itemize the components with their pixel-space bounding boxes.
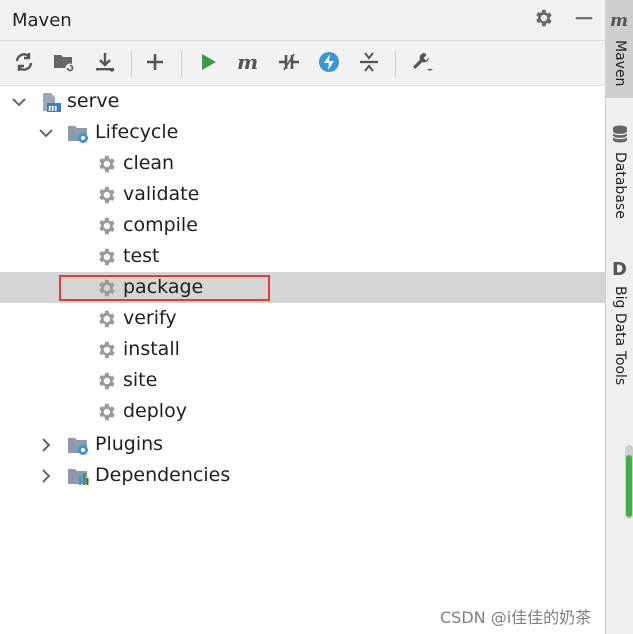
tool-window-header: Maven: [0, 0, 605, 41]
tree-node-plugins[interactable]: Plugins: [0, 429, 605, 460]
maven-tool-window: Maven m m serve Lifecycle clean validate…: [0, 0, 633, 634]
memory-indicator[interactable]: [625, 445, 633, 519]
chevron-right-icon[interactable]: [37, 467, 55, 485]
collapse-icon: [357, 50, 381, 78]
highlight-box: [59, 275, 270, 301]
svg-text:D: D: [612, 259, 627, 278]
watermark-text: CSDN @i佳佳的奶茶: [440, 608, 592, 627]
lifecycle-goal-validate[interactable]: validate: [0, 179, 605, 210]
tool-tab-label: Big Data Tools: [612, 286, 628, 386]
window-title: Maven: [12, 10, 72, 31]
tree-node-project[interactable]: m serve: [0, 86, 605, 117]
gear-icon: [95, 370, 117, 392]
maven-module-icon: m: [40, 91, 62, 114]
plus-icon: [143, 50, 167, 78]
goal-label: test: [123, 245, 160, 267]
gear-icon: [532, 7, 554, 33]
goal-label: compile: [123, 214, 198, 236]
right-tool-stripe: m Maven Database D Big Data Tools: [605, 0, 633, 634]
dependencies-folder-icon: [67, 465, 89, 487]
folder-refresh-icon: [52, 50, 76, 78]
settings-gear-button[interactable]: [531, 8, 555, 32]
download-icon: [93, 50, 117, 78]
svg-text:m: m: [48, 104, 58, 113]
gear-icon: [95, 215, 117, 237]
reload-icon: [12, 50, 36, 78]
hide-window-button[interactable]: [572, 8, 596, 32]
play-icon: [196, 50, 220, 78]
gear-icon: [95, 184, 117, 206]
plugins-folder-icon: [67, 434, 89, 456]
goal-label: install: [123, 338, 180, 360]
tree-node-label: Lifecycle: [95, 121, 179, 143]
tool-tab-label: Maven: [612, 40, 628, 87]
collapse-all-button[interactable]: [355, 50, 383, 78]
maven-icon: m: [610, 10, 630, 30]
goal-label: validate: [123, 183, 200, 205]
minimize-icon: [573, 7, 595, 33]
chevron-down-icon[interactable]: [10, 93, 28, 111]
execute-goal-button[interactable]: m: [234, 50, 262, 78]
tree-node-label: Plugins: [95, 433, 164, 455]
svg-text:m: m: [610, 11, 628, 30]
toolbar-separator: [131, 51, 132, 77]
tool-tab-big-data-tools[interactable]: D Big Data Tools: [606, 254, 633, 404]
offline-icon: [277, 50, 301, 78]
bigdata-icon: D: [610, 258, 630, 278]
tree-node-label: serve: [67, 90, 120, 112]
toolbar-separator: [181, 51, 182, 77]
maven-projects-tree: m serve Lifecycle clean validate compile: [0, 86, 605, 634]
tool-tab-maven[interactable]: m Maven: [606, 0, 633, 98]
maven-settings-button[interactable]: [408, 50, 436, 78]
gear-icon: [95, 308, 117, 330]
lifecycle-goal-compile[interactable]: compile: [0, 210, 605, 241]
toggle-offline-button[interactable]: [275, 50, 303, 78]
goal-label: site: [123, 369, 158, 391]
gear-icon: [95, 339, 117, 361]
tree-node-label: Dependencies: [95, 464, 231, 486]
lifecycle-goal-test[interactable]: test: [0, 241, 605, 272]
lifecycle-goal-verify[interactable]: verify: [0, 303, 605, 334]
database-icon: [610, 124, 630, 144]
maven-toolbar: m: [0, 41, 605, 86]
lifecycle-goal-deploy[interactable]: deploy: [0, 396, 605, 427]
skip-tests-button[interactable]: [315, 50, 343, 78]
memory-indicator-fill: [626, 455, 632, 517]
goal-label: verify: [123, 307, 177, 329]
generate-sources-button[interactable]: [50, 50, 78, 78]
maven-m-icon: m: [236, 50, 260, 78]
gear-icon: [95, 246, 117, 268]
tree-node-dependencies[interactable]: Dependencies: [0, 460, 605, 491]
add-button[interactable]: [141, 50, 169, 78]
lightning-icon: [317, 50, 341, 78]
chevron-right-icon[interactable]: [37, 436, 55, 454]
gear-icon: [95, 401, 117, 423]
lifecycle-goal-site[interactable]: site: [0, 365, 605, 396]
lifecycle-goal-clean[interactable]: clean: [0, 148, 605, 179]
wrench-icon: [410, 50, 434, 78]
gear-icon: [95, 153, 117, 175]
tree-node-lifecycle[interactable]: Lifecycle: [0, 117, 605, 148]
tool-tab-label: Database: [612, 152, 628, 219]
lifecycle-goal-package[interactable]: package: [0, 272, 605, 303]
lifecycle-goal-install[interactable]: install: [0, 334, 605, 365]
svg-text:m: m: [237, 50, 258, 74]
run-button[interactable]: [194, 50, 222, 78]
chevron-down-icon[interactable]: [37, 124, 55, 142]
goal-label: clean: [123, 152, 175, 174]
goal-label: deploy: [123, 400, 187, 422]
tool-tab-database[interactable]: Database: [606, 120, 633, 230]
lifecycle-folder-icon: [67, 122, 89, 144]
toolbar-separator: [395, 51, 396, 77]
reload-button[interactable]: [10, 50, 38, 78]
download-button[interactable]: [91, 50, 119, 78]
